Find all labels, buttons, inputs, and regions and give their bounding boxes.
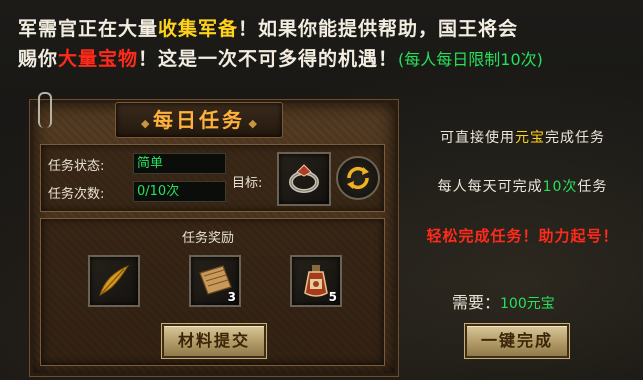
refresh-button[interactable] — [336, 156, 380, 200]
intro-line1-text-a: 军需官正在大量 — [18, 18, 159, 40]
status-value: 简单 — [133, 153, 226, 174]
panel-title: ◆ 每日任务 ◆ — [115, 102, 283, 138]
side-line1-highlight: 元宝 — [515, 130, 545, 146]
refresh-icon — [347, 166, 369, 190]
cost-label: 需要： — [452, 293, 501, 312]
instant-complete-button[interactable]: 一键完成 — [465, 324, 569, 358]
paperclip-icon — [38, 92, 52, 128]
reward-slot-3[interactable]: 5 — [290, 255, 342, 307]
intro-line1-text-b: ！如果你能提供帮助，国王将会 — [238, 18, 519, 40]
intro-line2-highlight: 大量宝物 — [58, 48, 139, 70]
side-slogan: 轻松完成任务！助力起号！ — [426, 227, 619, 245]
intro-line2-text-b: ！这是一次不可多得的机遇！ — [138, 48, 399, 70]
status-label: 任务状态: — [48, 159, 105, 174]
side-line2-highlight: 10次 — [542, 179, 578, 195]
side-line2-text-a: 每人每天可完成 — [437, 179, 543, 195]
daily-limit-note: (每人每日限制10次) — [398, 50, 543, 69]
diamond-left-icon: ◆ — [141, 117, 153, 130]
target-label: 目标: — [232, 176, 263, 191]
side-line-1: 可直接使用元宝完成任务 — [402, 127, 643, 147]
side-line1-text-a: 可直接使用 — [440, 130, 515, 146]
reward-count-3: 5 — [328, 290, 337, 304]
diamond-right-icon: ◆ — [245, 117, 257, 130]
target-slot[interactable] — [277, 152, 331, 206]
cost-value: 100元宝 — [500, 296, 555, 312]
intro-text: 军需官正在大量收集军备！如果你能提供帮助，国王将会 赐你大量宝物！这是一次不可多… — [18, 14, 638, 75]
rewards-title: 任务奖励 — [182, 231, 235, 246]
side-line2-text-b: 任务 — [577, 179, 608, 195]
count-label: 任务次数: — [48, 187, 105, 202]
golden-feather-icon — [99, 264, 130, 296]
intro-line1-highlight: 收集军备 — [158, 18, 239, 40]
reward-count-2: 3 — [227, 290, 236, 304]
intro-line-2: 赐你大量宝物！这是一次不可多得的机遇！(每人每日限制10次) — [18, 44, 638, 75]
panel-title-text: 每日任务 — [153, 108, 245, 132]
submit-materials-button[interactable]: 材料提交 — [162, 324, 266, 358]
count-value: 0/10次 — [133, 181, 226, 202]
reward-slot-1[interactable] — [88, 255, 140, 307]
cost-display: 需要：100元宝 — [452, 289, 555, 313]
intro-line-1: 军需官正在大量收集军备！如果你能提供帮助，国王将会 — [18, 14, 638, 44]
reward-slot-2[interactable]: 3 — [189, 255, 241, 307]
side-line1-text-b: 完成任务 — [545, 130, 605, 146]
side-line-2: 每人每天可完成10次任务 — [402, 176, 643, 196]
intro-line2-text-a: 赐你 — [18, 48, 59, 70]
ring-icon — [289, 164, 319, 193]
